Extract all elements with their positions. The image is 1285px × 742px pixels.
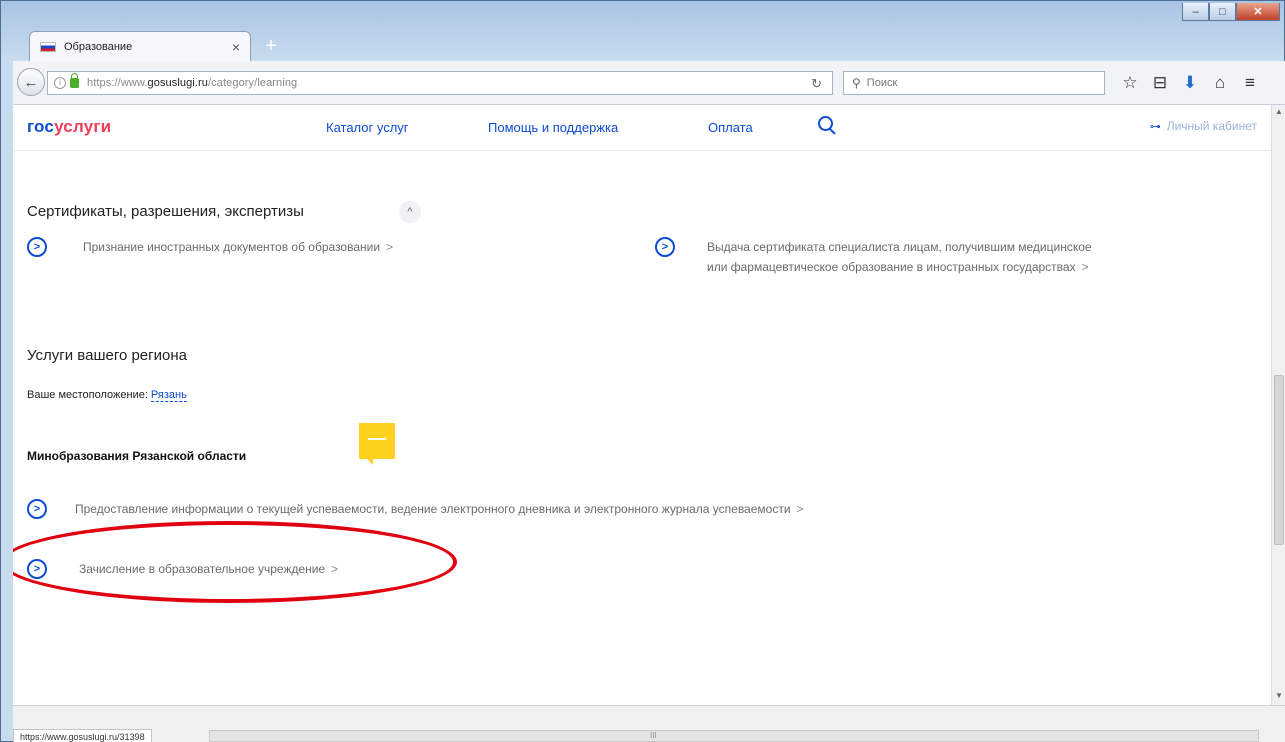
chat-feedback-icon[interactable] bbox=[359, 423, 395, 465]
page-content: госуслуги Каталог услуг Помощь и поддерж… bbox=[13, 105, 1271, 705]
service-item[interactable]: > Выдача сертификата специалиста лицам, … bbox=[655, 237, 1092, 277]
bookmarks-list-icon[interactable]: ⊟ bbox=[1148, 71, 1172, 95]
vertical-scrollbar[interactable]: ▲ ▼ bbox=[1271, 105, 1285, 705]
russian-flag-icon bbox=[40, 41, 56, 52]
arrow-circle-icon: > bbox=[655, 237, 675, 257]
chevron-right-icon: > bbox=[386, 240, 394, 254]
title-bar: – □ ✕ bbox=[1, 1, 1285, 35]
scroll-thumb[interactable] bbox=[1274, 375, 1284, 545]
tab-close-icon[interactable]: × bbox=[232, 39, 240, 55]
service-link-line1: Выдача сертификата специалиста лицам, по… bbox=[707, 240, 1092, 254]
chevron-right-icon: > bbox=[1081, 260, 1089, 274]
collapse-chevron-icon[interactable]: ^ bbox=[399, 201, 421, 223]
site-search-icon[interactable] bbox=[817, 115, 837, 135]
highlight-ellipse bbox=[13, 521, 457, 603]
tab-education[interactable]: Образование × bbox=[29, 31, 251, 61]
menu-icon[interactable]: ≡ bbox=[1238, 71, 1262, 95]
download-icon[interactable]: ⬇ bbox=[1178, 71, 1202, 95]
ministry-title: Минобразования Рязанской области bbox=[27, 449, 247, 463]
key-icon: ⊶ bbox=[1149, 120, 1161, 133]
back-button[interactable]: ← bbox=[17, 68, 45, 96]
navigation-toolbar: ← i https://www.gosuslugi.ru/category/le… bbox=[13, 61, 1285, 105]
status-url: https://www.gosuslugi.ru/31398 bbox=[13, 729, 152, 742]
service-link: Предоставление информации о текущей успе… bbox=[75, 502, 791, 516]
service-item[interactable]: > Предоставление информации о текущей ус… bbox=[27, 499, 804, 519]
window-controls: – □ ✕ bbox=[1182, 3, 1280, 21]
gosuslugi-logo[interactable]: госуслуги bbox=[27, 117, 111, 137]
new-tab-button[interactable]: + bbox=[259, 35, 283, 57]
nav-help[interactable]: Помощь и поддержка bbox=[488, 120, 618, 135]
browser-search-bar[interactable]: ⚲ bbox=[843, 71, 1105, 95]
scroll-down-icon[interactable]: ▼ bbox=[1275, 691, 1283, 700]
site-header: госуслуги Каталог услуг Помощь и поддерж… bbox=[13, 105, 1271, 151]
nav-catalog[interactable]: Каталог услуг bbox=[326, 120, 409, 135]
location-line: Ваше местоположение: Рязань bbox=[27, 389, 187, 402]
toolbar-icons: ☆ ⊟ ⬇ ⌂ ≡ bbox=[1118, 71, 1262, 95]
browser-window: – □ ✕ Образование × + ← i https://www.go… bbox=[0, 0, 1285, 742]
service-item[interactable]: > Признание иностранных документов об об… bbox=[27, 237, 393, 257]
minimize-button[interactable]: – bbox=[1182, 3, 1209, 21]
bookmark-star-icon[interactable]: ☆ bbox=[1118, 71, 1142, 95]
tab-title: Образование bbox=[64, 40, 133, 53]
status-bar: https://www.gosuslugi.ru/31398 III bbox=[13, 705, 1285, 742]
address-bar[interactable]: i https://www.gosuslugi.ru/category/lear… bbox=[47, 71, 833, 95]
search-icon: ⚲ bbox=[852, 76, 861, 90]
horizontal-scrollbar[interactable]: III bbox=[209, 730, 1259, 742]
arrow-circle-icon: > bbox=[27, 237, 47, 257]
section-title: Сертификаты, разрешения, экспертизы bbox=[27, 203, 304, 220]
close-window-button[interactable]: ✕ bbox=[1236, 3, 1280, 21]
scroll-grip[interactable]: III bbox=[650, 731, 657, 740]
region-title: Услуги вашего региона bbox=[27, 347, 187, 364]
personal-cabinet-link[interactable]: ⊶ Личный кабинет bbox=[1150, 119, 1257, 133]
scroll-up-icon[interactable]: ▲ bbox=[1275, 107, 1283, 116]
service-link-line2: или фармацевтическое образование в иност… bbox=[707, 260, 1076, 274]
reload-icon[interactable]: ↻ bbox=[811, 76, 822, 92]
arrow-circle-icon: > bbox=[27, 499, 47, 519]
location-city-link[interactable]: Рязань bbox=[150, 389, 187, 402]
home-icon[interactable]: ⌂ bbox=[1208, 71, 1232, 95]
nav-payment[interactable]: Оплата bbox=[708, 120, 753, 135]
service-link: Признание иностранных документов об обра… bbox=[83, 240, 381, 254]
lock-icon bbox=[70, 73, 79, 88]
info-icon[interactable]: i bbox=[54, 77, 66, 89]
chevron-right-icon: > bbox=[796, 502, 804, 516]
maximize-button[interactable]: □ bbox=[1209, 3, 1236, 21]
url-text: https://www.gosuslugi.ru/category/learni… bbox=[87, 77, 298, 89]
browser-search-input[interactable] bbox=[866, 77, 1067, 89]
